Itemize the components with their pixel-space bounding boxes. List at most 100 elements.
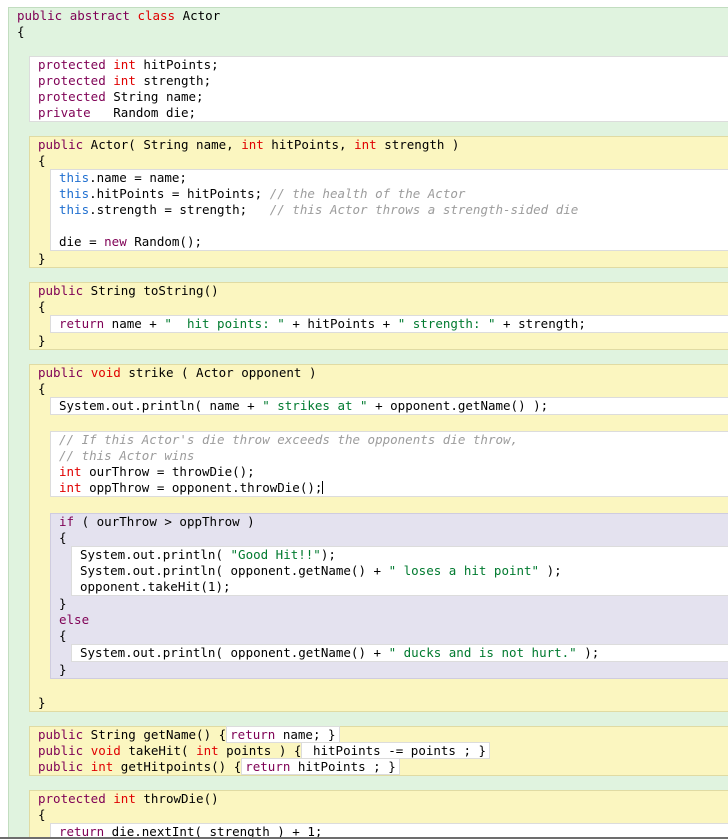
assignment-line[interactable]: this.name = name;	[59, 170, 728, 186]
println-statement[interactable]: System.out.println( "Good Hit!!");	[80, 547, 728, 563]
class-open-brace: {	[9, 24, 728, 40]
println-text: System.out.println( name +	[59, 398, 263, 413]
println-statement[interactable]: System.out.println( name + " strikes at …	[59, 398, 728, 414]
keyword-return: return	[59, 824, 105, 839]
return-text: + hitPoints +	[284, 316, 398, 331]
keyword-if: if	[59, 514, 75, 529]
method-signature-text: getHitpoints()	[113, 759, 234, 774]
keyword-new: new	[104, 234, 127, 249]
comment-line[interactable]: // If this Actor's die throw exceeds the…	[59, 432, 728, 448]
println-statement[interactable]: System.out.println( opponent.getName() +…	[80, 563, 728, 579]
if-body-box[interactable]: System.out.println( "Good Hit!!"); Syste…	[71, 546, 728, 596]
getname-body-box[interactable]: return name; }	[226, 726, 340, 743]
assignment-line[interactable]: this.strength = strength; // this Actor …	[59, 202, 728, 218]
gethitpoints-method-line[interactable]: public int getHitpoints() {return hitPoi…	[30, 758, 728, 775]
field-declarations-box[interactable]: protected int hitPoints; protected int s…	[29, 56, 728, 122]
keyword-protected: protected	[38, 791, 106, 806]
constructor-signature-line[interactable]: public Actor( String name, int hitPoints…	[30, 137, 728, 153]
takehit-method-line[interactable]: public void takeHit( int points ) { hitP…	[30, 742, 728, 759]
throwdie-return-box[interactable]: return die.nextInt( strength ) + 1;	[50, 823, 728, 839]
keyword-return: return	[245, 759, 291, 774]
class-name: Actor	[182, 8, 221, 23]
println-text: + opponent.getName() );	[367, 398, 549, 413]
inline-comment: // the health of the Actor	[269, 186, 466, 201]
return-statement[interactable]: return name + " hit points: " + hitPoint…	[59, 316, 728, 332]
gethitpoints-body-box[interactable]: return hitPoints ; }	[241, 758, 400, 775]
takehit-body-box[interactable]: hitPoints -= points ; }	[301, 742, 491, 759]
inline-comment: // this Actor throws a strength-sided di…	[269, 202, 579, 217]
string-literal: " strikes at "	[262, 398, 368, 413]
keyword-public: public	[38, 727, 84, 742]
empty-code-line[interactable]	[59, 218, 728, 234]
constructor-body-box[interactable]: this.name = name; this.hitPoints = hitPo…	[50, 169, 728, 251]
return-text: die.nextInt( strength ) + 1;	[104, 824, 323, 839]
tostring-close-brace: }	[30, 333, 728, 349]
keyword-return: return	[59, 316, 105, 331]
brace-glyph: {	[59, 628, 67, 643]
brace-glyph: }	[38, 695, 46, 710]
class-declaration-line[interactable]: public abstract class Actor	[9, 8, 728, 24]
if-condition-line[interactable]: if ( ourThrow > oppThrow )	[51, 514, 728, 530]
new-random-line[interactable]: die = new Random();	[59, 234, 728, 250]
throwdie-scope-block: protected int throwDie() { return die.ne…	[29, 790, 728, 839]
param-type-int: int	[354, 137, 377, 152]
strike-signature-line[interactable]: public void strike ( Actor opponent )	[30, 365, 728, 381]
field-name: hitPoints;	[135, 57, 219, 72]
else-body-box[interactable]: System.out.println( opponent.getName() +…	[71, 644, 728, 662]
getname-method-line[interactable]: public String getName() {return name; }	[30, 726, 728, 743]
variable-declaration[interactable]: int oppThrow = opponent.throwDie();	[59, 480, 728, 496]
strike-println-box[interactable]: System.out.println( name + " strikes at …	[50, 397, 728, 415]
accessors-scope-block: public String getName() {return name; } …	[29, 726, 728, 776]
field-type: int	[113, 73, 136, 88]
strike-close-brace: }	[30, 695, 728, 711]
if-else-scope-block: if ( ourThrow > oppThrow ) { System.out.…	[50, 513, 728, 679]
constructor-call-text: Random();	[126, 234, 202, 249]
else-close-brace: }	[51, 662, 728, 678]
tostring-return-box[interactable]: return name + " hit points: " + hitPoint…	[50, 315, 728, 333]
keyword-public: public	[38, 743, 84, 758]
field-modifier: protected	[38, 57, 106, 72]
return-text: name +	[104, 316, 165, 331]
keyword-public: public	[38, 283, 84, 298]
method-body-text: hitPoints ; }	[290, 759, 396, 774]
keyword-abstract: abstract	[69, 8, 130, 23]
tostring-signature-line[interactable]: public String toString()	[30, 283, 728, 299]
return-type-int: int	[90, 759, 114, 774]
else-keyword-line[interactable]: else	[51, 612, 728, 628]
declaration-text: ourThrow = throwDie();	[81, 464, 255, 479]
comment-line[interactable]: // this Actor wins	[59, 448, 728, 464]
return-statement[interactable]: return die.nextInt( strength ) + 1;	[59, 824, 728, 839]
else-open-brace: {	[51, 628, 728, 644]
strike-declarations-box[interactable]: // If this Actor's die throw exceeds the…	[50, 431, 728, 497]
strike-signature-text: strike ( Actor opponent )	[120, 365, 317, 380]
assignment-line[interactable]: this.hitPoints = hitPoints; // the healt…	[59, 186, 728, 202]
keyword-return: return	[230, 727, 276, 742]
return-text: + strength;	[495, 316, 586, 331]
field-declaration-row[interactable]: protected int hitPoints;	[38, 57, 728, 73]
variable-declaration[interactable]: int ourThrow = throwDie();	[59, 464, 728, 480]
field-declaration-row[interactable]: protected String name;	[38, 89, 728, 105]
brace-glyph: {	[38, 807, 46, 822]
brace-glyph: }	[59, 662, 67, 677]
brace-glyph: }	[38, 333, 46, 348]
println-statement[interactable]: System.out.println( opponent.getName() +…	[80, 645, 728, 661]
keyword-void: void	[90, 743, 121, 758]
keyword-void: void	[90, 365, 121, 380]
keyword-class: class	[137, 8, 176, 23]
type-int: int	[59, 480, 82, 495]
keyword-public: public	[38, 137, 84, 152]
keyword-else: else	[59, 612, 90, 627]
throwdie-signature-line[interactable]: protected int throwDie()	[30, 791, 728, 807]
method-call-statement[interactable]: opponent.takeHit(1);	[80, 579, 728, 595]
if-open-brace: {	[51, 530, 728, 546]
brace-glyph: {	[38, 299, 46, 314]
field-declaration-row[interactable]: protected int strength;	[38, 73, 728, 89]
println-text: System.out.println(	[80, 547, 231, 562]
field-name: Random die;	[90, 105, 197, 120]
field-declaration-row[interactable]: private Random die;	[38, 105, 728, 121]
code-editor[interactable]: public abstract class Actor { protected …	[0, 0, 728, 839]
println-text: );	[576, 645, 600, 660]
